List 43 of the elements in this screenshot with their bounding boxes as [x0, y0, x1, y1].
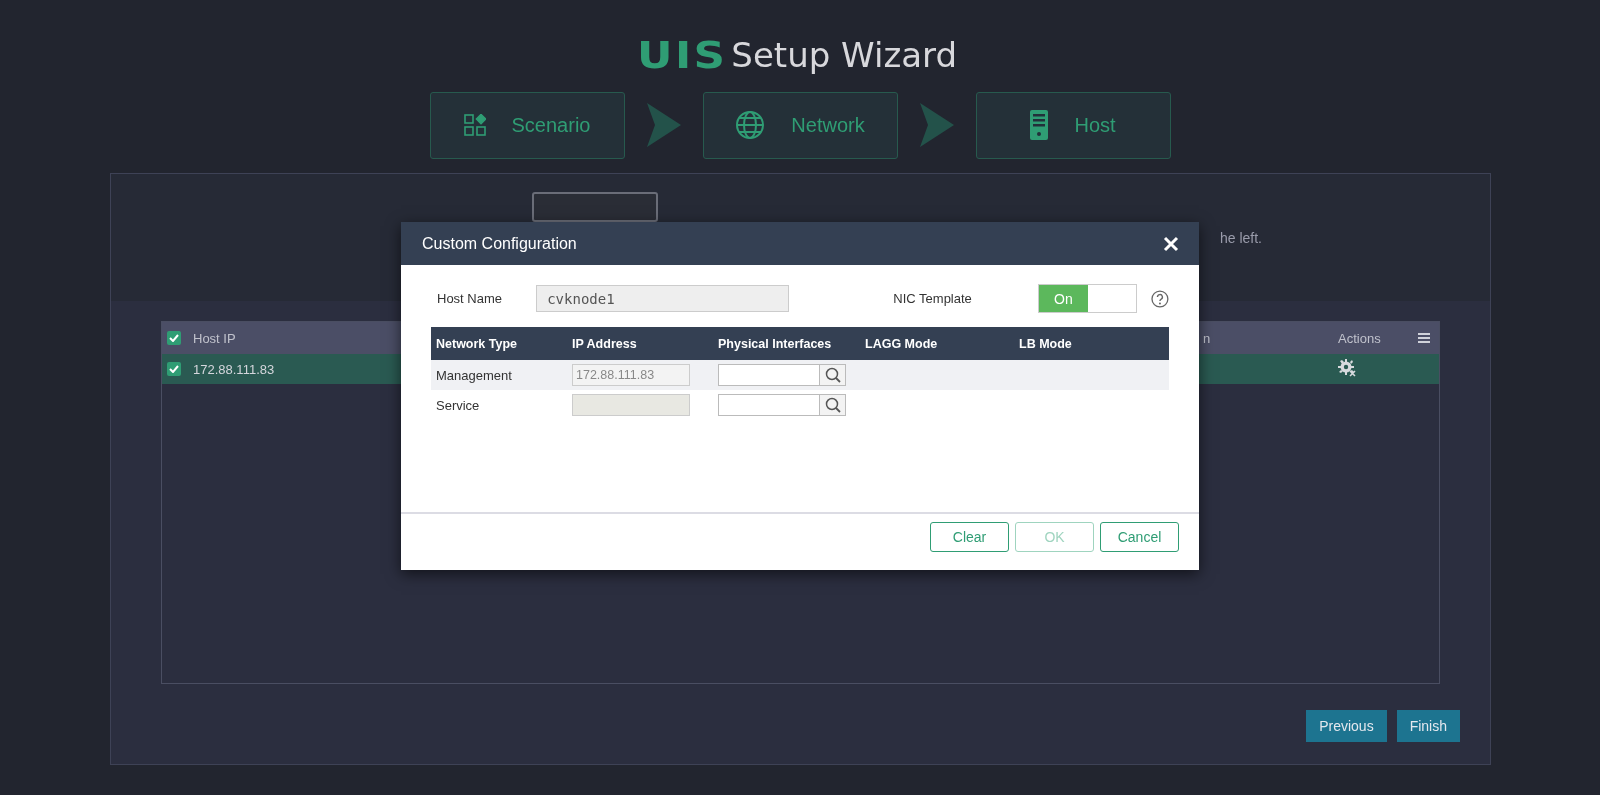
server-icon [1030, 110, 1049, 140]
wizard-step[interactable]: Host [975, 91, 1171, 159]
dialog-title: Custom Configuration [422, 234, 577, 253]
column-header: Network Type [435, 336, 519, 351]
dialog-button[interactable]: Clear [930, 522, 1009, 552]
table-cell-text: Management [435, 367, 513, 383]
gear-icon[interactable] [1338, 358, 1356, 377]
globe-icon [735, 110, 766, 140]
wizard-button[interactable]: Previous [1306, 710, 1387, 742]
search-icon[interactable] [824, 367, 841, 383]
hint-text: he left. [1219, 229, 1262, 246]
column-header: LB Mode [1019, 336, 1072, 351]
wizard-step[interactable]: Scenario [429, 91, 625, 159]
logo: UIS [637, 36, 728, 74]
column-header: Physical Interfaces [718, 336, 833, 351]
column-header: Host IP [193, 330, 236, 346]
ip-address-field[interactable] [572, 394, 690, 416]
table-cell: 172.88.111.83 [193, 361, 275, 377]
dialog-button[interactable]: Cancel [1100, 522, 1179, 552]
apps-grid-icon [463, 114, 486, 136]
column-header: Actions [1338, 330, 1381, 346]
field-label: NIC Template [893, 291, 973, 306]
wizard-step[interactable]: Network [702, 91, 898, 159]
toggle-switch[interactable]: On [1038, 284, 1138, 313]
table-cell-text: Service [435, 397, 481, 413]
close-icon[interactable] [1163, 235, 1179, 252]
column-header: IP Address [572, 336, 638, 351]
interface-picker-field[interactable] [718, 394, 846, 416]
menu-icon[interactable] [1418, 333, 1430, 343]
checkbox[interactable] [167, 331, 181, 345]
host-name-field[interactable]: cvknode1 [536, 285, 790, 312]
column-header: LAGG Mode [865, 336, 939, 351]
search-icon[interactable] [824, 397, 841, 413]
checkbox[interactable] [167, 362, 181, 376]
column-header: n [1203, 330, 1211, 346]
chevron-arrow-icon [646, 103, 681, 147]
field-label: Host Name [436, 291, 504, 306]
help-icon[interactable] [1151, 289, 1169, 308]
ip-address-field[interactable]: 172.88.111.83 [572, 364, 690, 386]
interface-picker-field[interactable] [718, 364, 846, 386]
chevron-arrow-icon [919, 103, 954, 147]
wizard-title: Setup Wizard [731, 38, 958, 72]
wizard-button[interactable]: Finish [1396, 710, 1460, 742]
